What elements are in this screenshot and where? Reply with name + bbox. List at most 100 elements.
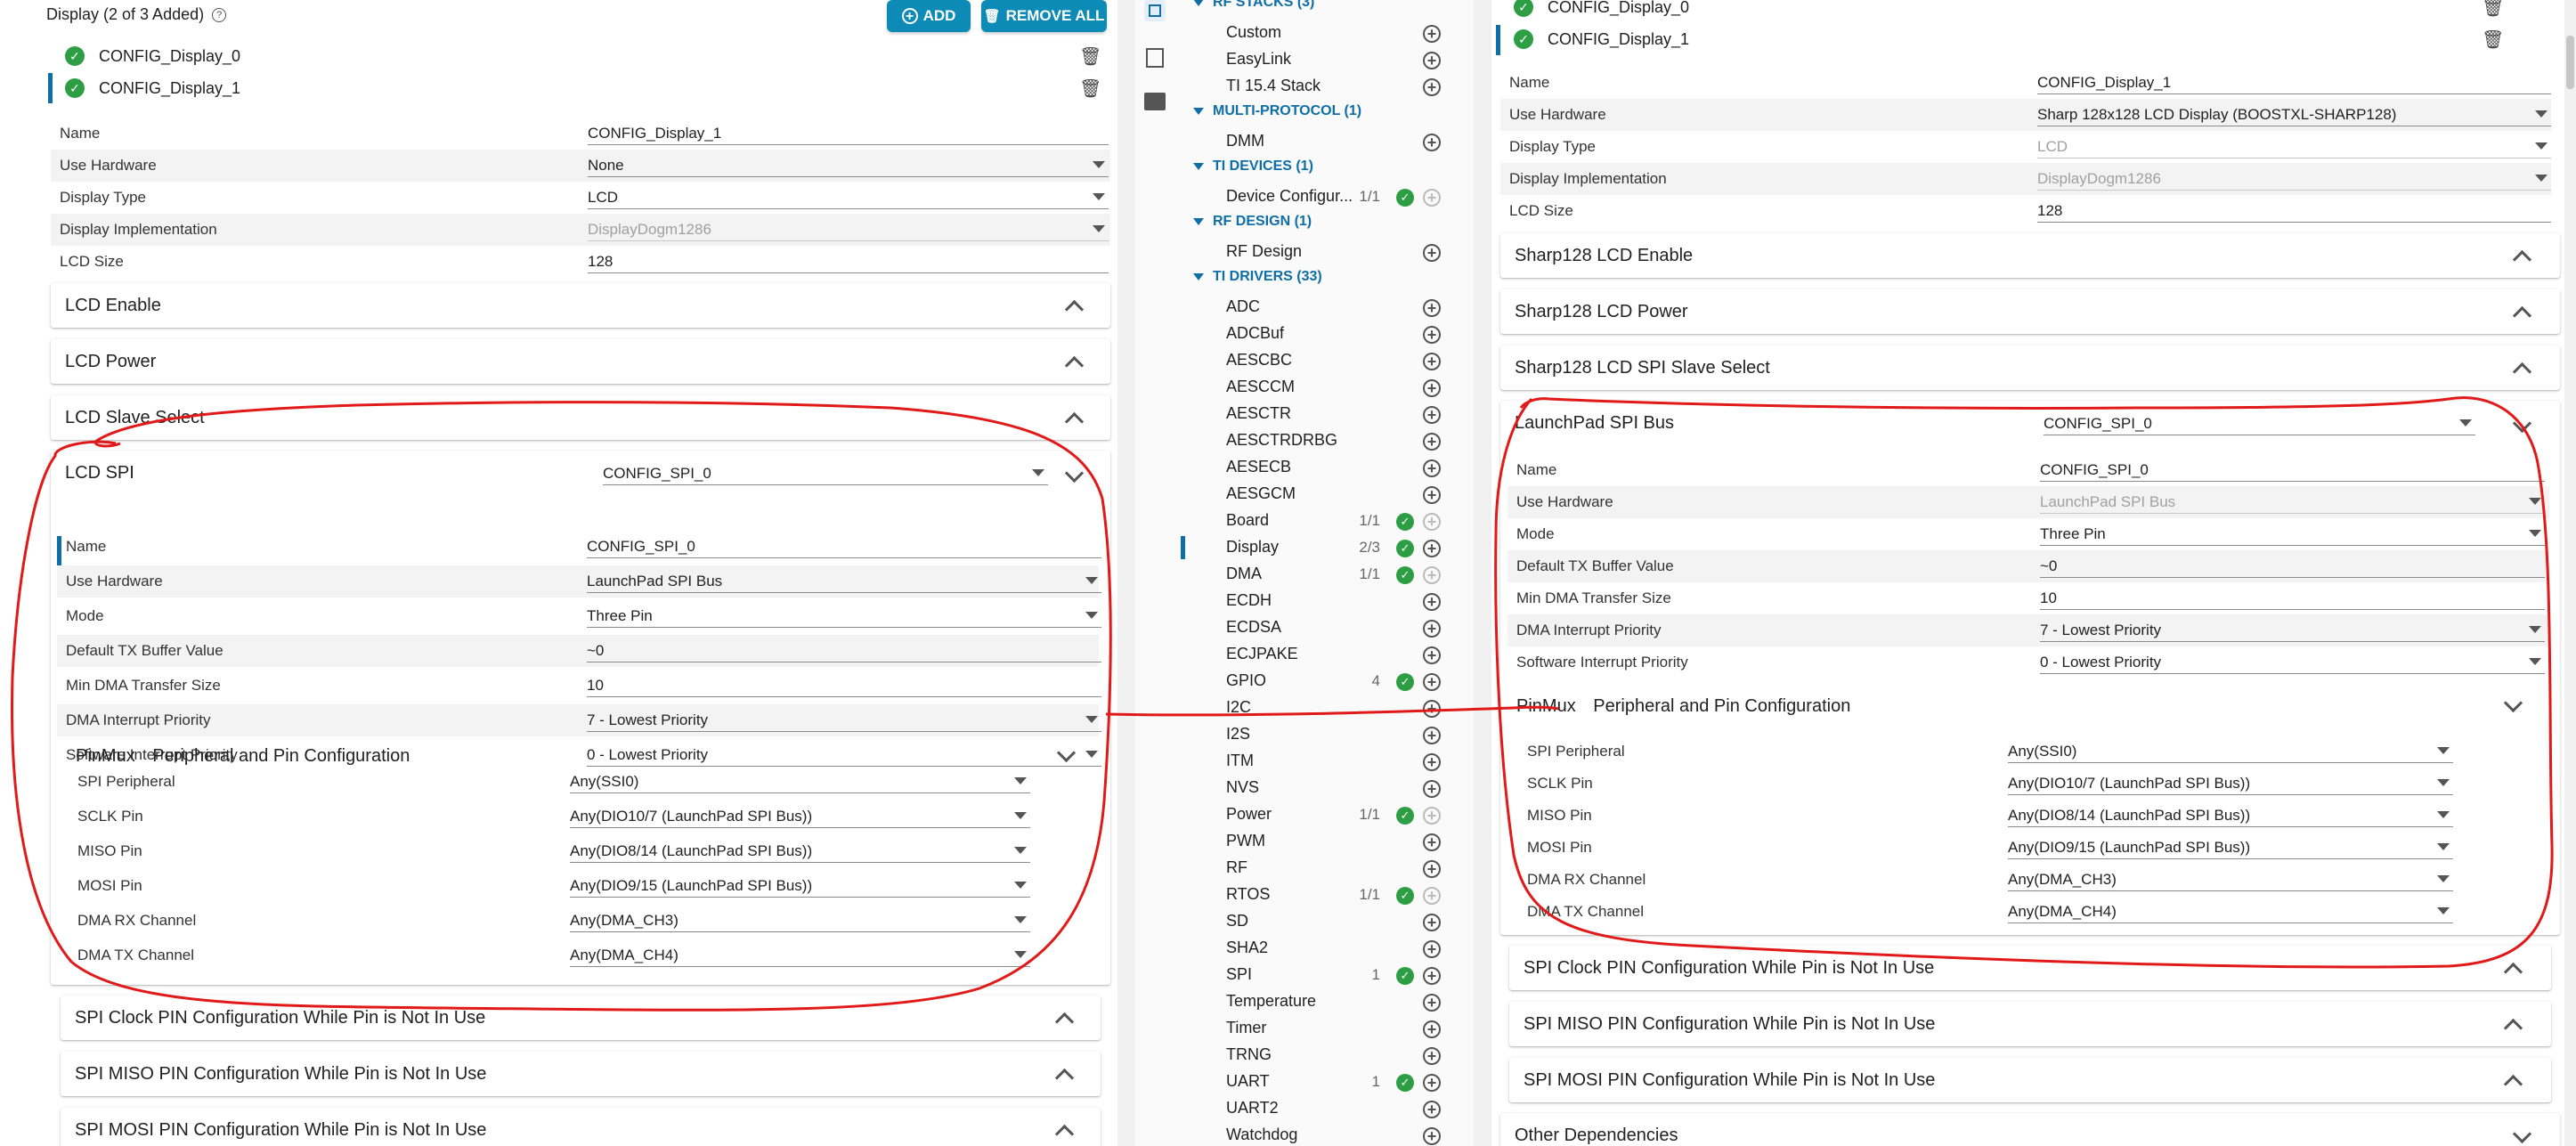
add-circle-icon[interactable]: + xyxy=(1423,833,1441,851)
tree-item[interactable]: TI 15.4 Stack + xyxy=(1135,75,1474,100)
tree-item[interactable]: ECDH + xyxy=(1135,589,1474,614)
add-circle-icon[interactable]: + xyxy=(1423,566,1441,584)
add-circle-icon[interactable]: + xyxy=(1423,1101,1441,1118)
field-input[interactable]: Any(SSI0) xyxy=(570,771,1030,793)
display-type-select[interactable]: LCD xyxy=(2037,136,2551,158)
add-circle-icon[interactable]: + xyxy=(1423,1020,1441,1038)
tree-item[interactable]: Timer + xyxy=(1135,1017,1474,1042)
section-lcd-enable[interactable]: LCD Enable xyxy=(51,283,1110,328)
tree-group-header[interactable]: RF STACKS (3) xyxy=(1193,0,1314,11)
tree-item[interactable]: AESECB + xyxy=(1135,456,1474,481)
add-circle-icon[interactable]: + xyxy=(1423,673,1441,691)
add-circle-icon[interactable]: + xyxy=(1423,967,1441,985)
field-input[interactable]: 10 xyxy=(2040,588,2545,610)
add-circle-icon[interactable]: + xyxy=(1423,593,1441,611)
instance-row-selected[interactable]: ✓ CONFIG_Display_1 xyxy=(1514,29,1689,49)
tree-item[interactable]: RF + xyxy=(1135,857,1474,882)
add-circle-icon[interactable]: + xyxy=(1423,299,1441,317)
trash-icon[interactable]: 🗑 xyxy=(1079,78,1101,100)
tree-item[interactable]: RF Design + xyxy=(1135,240,1474,265)
tree-item[interactable]: Watchdog + xyxy=(1135,1124,1474,1146)
add-circle-icon[interactable]: + xyxy=(1423,25,1441,43)
chevron-up-icon[interactable] xyxy=(1064,411,1085,432)
trash-icon[interactable]: 🗑 xyxy=(1079,46,1101,68)
scrollbar-track[interactable] xyxy=(2564,0,2576,1146)
tree-item[interactable]: SHA2 + xyxy=(1135,937,1474,962)
tree-item[interactable]: Board 1/1 ✓ + xyxy=(1135,509,1474,534)
chevron-up-icon[interactable] xyxy=(1064,355,1085,376)
add-circle-icon[interactable]: + xyxy=(1423,513,1441,531)
pinmux-header[interactable]: PinMux Peripheral and Pin Configuration xyxy=(76,746,410,767)
add-circle-icon[interactable]: + xyxy=(1423,700,1441,718)
tree-item[interactable]: TRNG + xyxy=(1135,1044,1474,1069)
tree-item[interactable]: NVS + xyxy=(1135,776,1474,801)
add-circle-icon[interactable]: + xyxy=(1423,1047,1441,1065)
tree-item[interactable]: AESCTRDRBG + xyxy=(1135,429,1474,454)
tree-item[interactable]: I2C + xyxy=(1135,696,1474,721)
tree-item[interactable]: Temperature + xyxy=(1135,990,1474,1015)
chevron-up-icon[interactable] xyxy=(1054,1068,1075,1088)
section-spi-miso-pin[interactable]: SPI MISO PIN Configuration While Pin is … xyxy=(1509,1002,2551,1046)
add-circle-icon[interactable]: + xyxy=(1423,78,1441,96)
field-select[interactable]: 7 - Lowest Priority xyxy=(587,710,1101,732)
add-circle-icon[interactable]: + xyxy=(1423,780,1441,798)
section-lcd-slave-select[interactable]: LCD Slave Select xyxy=(51,395,1110,440)
chevron-up-icon[interactable] xyxy=(1054,1124,1075,1144)
add-circle-icon[interactable]: + xyxy=(1423,134,1441,151)
lcd-size-input[interactable]: 128 xyxy=(588,251,1109,273)
add-circle-icon[interactable]: + xyxy=(1423,646,1441,664)
instance-row-selected[interactable]: ✓ CONFIG_Display_1 xyxy=(65,78,240,98)
section-spi-mosi-pin[interactable]: SPI MOSI PIN Configuration While Pin is … xyxy=(61,1108,1101,1146)
field-input[interactable]: Any(DMA_CH3) xyxy=(570,910,1030,932)
field-input[interactable]: CONFIG_SPI_0 xyxy=(2040,459,2545,482)
add-button[interactable]: + ADD xyxy=(887,0,971,32)
tree-item[interactable]: EasyLink + xyxy=(1135,48,1474,73)
add-circle-icon[interactable]: + xyxy=(1423,459,1441,477)
add-circle-icon[interactable]: + xyxy=(1423,486,1441,504)
tree-item[interactable]: I2S + xyxy=(1135,723,1474,748)
tree-item[interactable]: ITM + xyxy=(1135,750,1474,775)
section-spi-miso-pin[interactable]: SPI MISO PIN Configuration While Pin is … xyxy=(61,1052,1101,1096)
field-input[interactable]: Any(DMA_CH4) xyxy=(2008,901,2453,923)
add-circle-icon[interactable]: + xyxy=(1423,940,1441,958)
add-circle-icon[interactable]: + xyxy=(1423,353,1441,370)
add-circle-icon[interactable]: + xyxy=(1423,727,1441,744)
remove-all-button[interactable]: 🗑 REMOVE ALL xyxy=(981,0,1107,32)
name-input[interactable]: CONFIG_Display_1 xyxy=(588,123,1109,145)
display-implementation-select[interactable]: DisplayDogm1286 xyxy=(2037,168,2551,191)
add-circle-icon[interactable]: + xyxy=(1423,52,1441,69)
add-circle-icon[interactable]: + xyxy=(1423,994,1441,1012)
add-circle-icon[interactable]: + xyxy=(1423,887,1441,905)
field-input[interactable]: Any(DIO8/14 (LaunchPad SPI Bus)) xyxy=(570,841,1030,863)
tree-item[interactable]: ECJPAKE + xyxy=(1135,643,1474,668)
tree-item[interactable]: SD + xyxy=(1135,910,1474,935)
field-input[interactable]: Any(DMA_CH4) xyxy=(570,945,1030,967)
pinmux-header[interactable]: PinMux Peripheral and Pin Configuration xyxy=(1516,696,1850,717)
use-hardware-select[interactable]: None xyxy=(588,155,1109,177)
chevron-up-icon[interactable] xyxy=(2503,962,2523,982)
trash-icon[interactable]: 🗑 xyxy=(2482,29,2504,51)
tree-item[interactable]: Custom + xyxy=(1135,21,1474,46)
chevron-up-icon[interactable] xyxy=(2512,362,2532,382)
chevron-up-icon[interactable] xyxy=(2512,249,2532,270)
field-select[interactable]: LaunchPad SPI Bus xyxy=(587,571,1101,593)
field-select[interactable]: 0 - Lowest Priority xyxy=(2040,652,2545,674)
scrollbar-thumb[interactable] xyxy=(2566,36,2574,89)
tree-group-header[interactable]: RF DESIGN (1) xyxy=(1193,214,1312,230)
tree-item[interactable]: DMM + xyxy=(1135,130,1474,155)
chevron-down-icon[interactable] xyxy=(2512,413,2532,434)
help-circle-icon[interactable]: ? xyxy=(212,8,227,23)
tree-item[interactable]: AESGCM + xyxy=(1135,483,1474,508)
add-circle-icon[interactable]: + xyxy=(1423,540,1441,557)
tree-item[interactable]: Power 1/1 ✓ + xyxy=(1135,803,1474,828)
tree-item[interactable]: ADC + xyxy=(1135,296,1474,321)
tree-item[interactable]: PWM + xyxy=(1135,830,1474,855)
lcd-spi-select[interactable]: CONFIG_SPI_0 xyxy=(603,463,1048,485)
field-input[interactable]: 10 xyxy=(587,675,1101,697)
add-circle-icon[interactable]: + xyxy=(1423,807,1441,825)
field-input[interactable]: Any(DIO9/15 (LaunchPad SPI Bus)) xyxy=(2008,837,2453,859)
field-input[interactable]: Any(DIO9/15 (LaunchPad SPI Bus)) xyxy=(570,875,1030,898)
chevron-up-icon[interactable] xyxy=(1064,299,1085,320)
section-lcd-power[interactable]: LCD Power xyxy=(51,339,1110,384)
add-circle-icon[interactable]: + xyxy=(1423,433,1441,451)
